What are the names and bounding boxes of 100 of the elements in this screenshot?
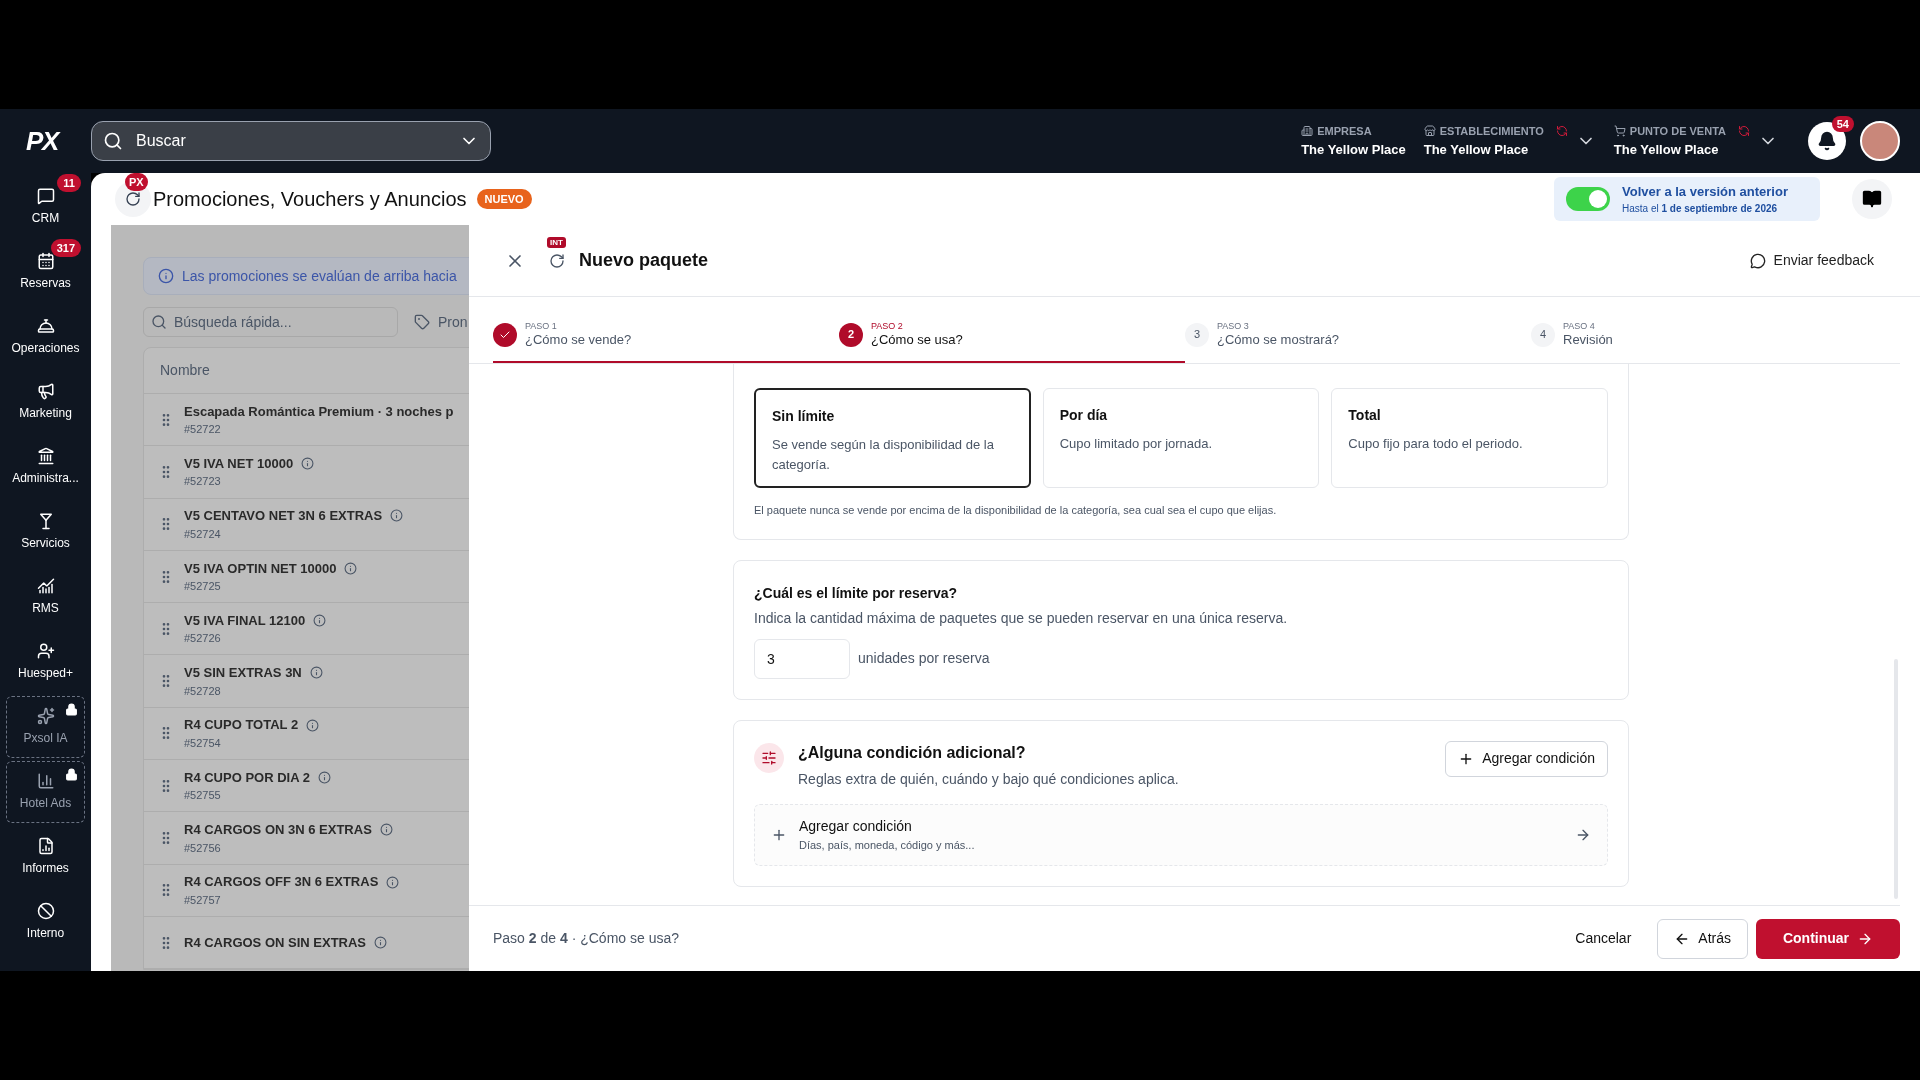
search-icon [151,314,167,330]
bank-icon [36,447,55,465]
promotion-name: V5 IVA FINAL 12100 [184,611,306,630]
legacy-title[interactable]: Volver a la versión anterior [1622,181,1788,202]
search-field[interactable]: Buscar [91,121,491,161]
sidebar-item[interactable]: CRM 11 [6,176,85,238]
info-icon[interactable] [301,457,315,471]
info-icon[interactable] [317,770,331,784]
docs-button[interactable] [1852,179,1892,219]
conditions-description: Reglas extra de quién, cuándo y bajo qué condiciones aplica. [798,769,1180,789]
option-description: Cupo limitado por jornada. [1059,435,1214,453]
info-icon[interactable] [386,875,400,889]
count-badge: 317 [50,239,81,257]
modal-title: Nuevo paquete [579,249,709,272]
option-description: Cupo fijo para todo el periodo. [1348,435,1524,453]
step-caption: PASO 4 [1563,320,1596,332]
option-title: Total [1348,406,1382,425]
continue-button[interactable]: Continuar [1756,918,1900,959]
info-icon[interactable] [306,718,320,732]
context-selector[interactable]: EMPRESA The Yellow Place [1301,123,1406,159]
step-label: Revisión [1563,332,1613,349]
cancel-button[interactable]: Cancelar [1563,918,1644,959]
step-number: 4 [1531,322,1555,347]
bar-chart-icon [36,772,55,790]
limit-title: ¿Cuál es el límite por reserva? [754,583,959,603]
notification-count: 54 [1831,116,1854,132]
context-selector[interactable]: PUNTO DE VENTA The Yellow Place [1613,123,1750,159]
sidebar-item[interactable]: Interno [6,891,85,953]
int-badge: INT [547,236,566,248]
promotion-name: Escapada Romántica Premium · 3 noches p [184,402,454,421]
row-title: Agregar condición [799,816,913,836]
info-icon[interactable] [344,561,358,575]
stepper-step[interactable]: 4 PASO 4 Revisión [1531,308,1877,363]
option-title: Sin límite [772,407,836,426]
report-icon [36,837,55,855]
sidebar-item[interactable]: Marketing [6,371,85,433]
app-badge: PX [125,173,148,191]
sidebar-item[interactable]: Reservas 317 [6,241,85,303]
new-tag: NUEVO [476,188,532,210]
row-description: Días, país, moneda, código y más... [799,837,976,853]
info-icon[interactable] [379,823,393,837]
info-icon[interactable] [374,936,388,950]
quota-option[interactable]: Por día Cupo limitado por jornada. [1042,388,1320,488]
info-icon[interactable] [309,666,323,680]
promotion-id: #52754 [184,735,222,751]
calendar-icon [36,252,55,270]
stepper-step[interactable]: PASO 1 ¿Cómo se vende? [493,308,839,363]
logo: PX [26,124,61,158]
count-badge: 11 [57,174,81,192]
context-icon [1301,125,1314,138]
avatar[interactable] [1860,121,1900,161]
sidebar-item[interactable]: Operaciones [6,306,85,368]
refresh-icon[interactable] [549,252,565,269]
limit-input[interactable]: 3 [754,638,850,679]
promotion-id: #52722 [184,422,222,438]
promotion-id: #52723 [184,474,222,490]
context-label: ESTABLECIMIENTO [1439,124,1544,139]
sidebar-item[interactable]: Hotel Ads [6,761,85,823]
quick-search-field[interactable]: Búsqueda rápida... [143,307,398,337]
step-caption: PASO 1 [525,320,558,332]
sidebar-item[interactable]: Servicios [6,501,85,563]
back-button[interactable]: Atrás [1657,918,1748,959]
sidebar-item[interactable]: RMS [6,566,85,628]
stepper-step[interactable]: 3 PASO 3 ¿Cómo se mostrará? [1185,308,1531,363]
sidebar-item[interactable]: Administra... [6,436,85,498]
quota-option[interactable]: Total Cupo fijo para todo el periodo. [1331,388,1608,488]
megaphone-icon [36,382,55,400]
promotion-id: #52724 [184,526,222,542]
promotion-id: #52757 [184,892,222,908]
promotion-name: V5 CENTAVO NET 3N 6 EXTRAS [184,507,383,526]
service-bell-icon [36,317,55,335]
add-condition-row[interactable]: Agregar condición Días, país, moneda, código y más... [754,803,1608,866]
promotion-id: #52728 [184,683,222,699]
promotion-name: V5 IVA NET 10000 [184,454,294,473]
book-icon [1862,189,1882,209]
tag-icon [414,314,430,330]
legacy-note: Hasta el 1 de septiembre de 2026 [1622,202,1779,217]
toggle-switch[interactable] [1566,187,1610,211]
page-title: Promociones, Vouchers y Anuncios [153,187,467,212]
sidebar-item[interactable]: Huesped+ [6,631,85,693]
user-plus-icon [36,642,55,660]
sidebar-item[interactable]: Informes [6,826,85,888]
chat-icon [36,187,55,205]
context-selector[interactable]: ESTABLECIMIENTO The Yellow Place [1423,123,1568,159]
add-condition-button[interactable]: Agregar condición [1445,740,1608,777]
step-label: ¿Cómo se usa? [871,332,963,349]
info-icon [158,268,174,284]
refresh-icon [125,191,141,207]
info-icon[interactable] [390,509,404,523]
sidebar-item[interactable]: Pxsol IA [6,696,85,758]
stepper-step[interactable]: 2 PASO 2 ¿Cómo se usa? [839,308,1185,363]
feedback-button[interactable]: Enviar feedback [1749,250,1874,271]
conditions-title: ¿Alguna condición adicional? [798,742,1027,763]
promotion-name: V5 IVA OPTIN NET 10000 [184,559,337,578]
info-icon[interactable] [313,614,327,628]
sparkle-icon [36,707,55,725]
filter-button[interactable]: Pron [414,311,468,333]
unit-label: unidades por reserva [858,649,990,668]
quota-option[interactable]: Sin límite Se vende según la disponibilidad de la categoría. [754,388,1031,488]
step-caption: PASO 3 [1217,320,1250,332]
